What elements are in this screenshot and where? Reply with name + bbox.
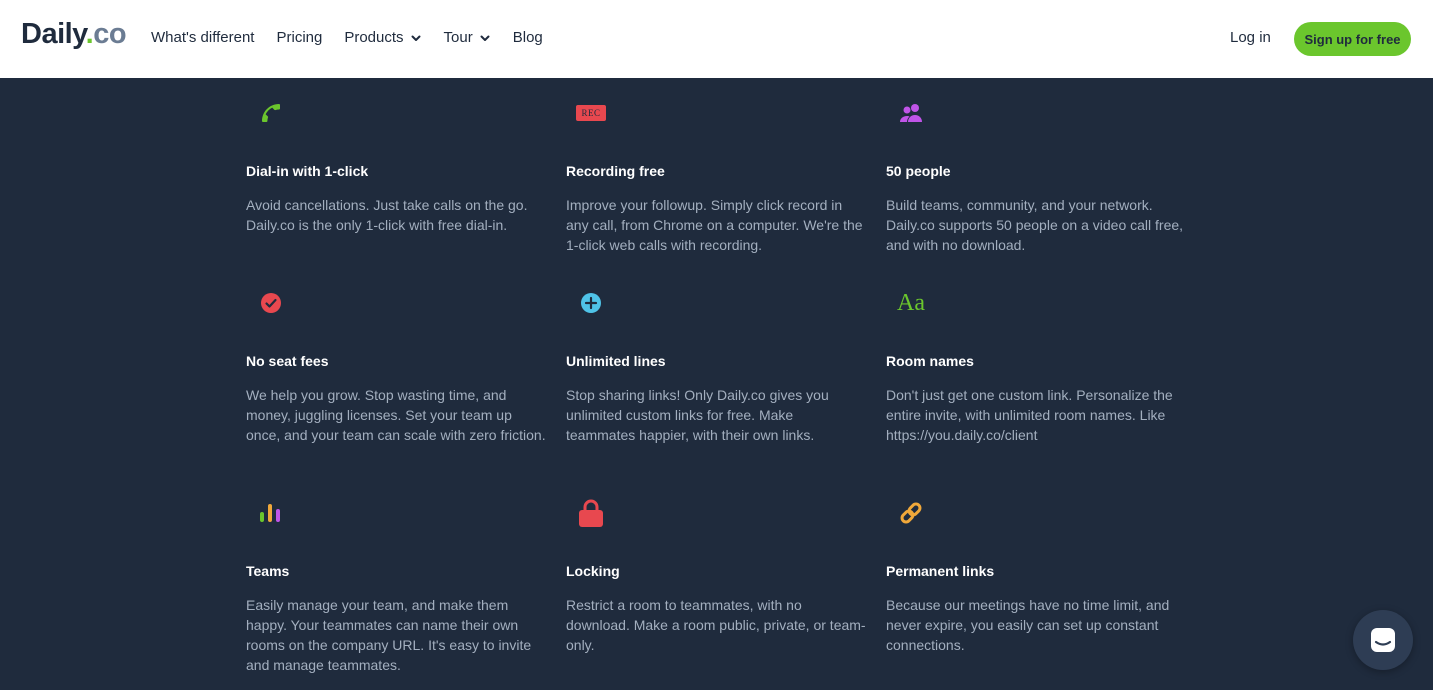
nav-links: What's different Pricing Products Tour B… <box>151 29 543 46</box>
login-link[interactable]: Log in <box>1230 29 1271 46</box>
link-icon <box>886 488 936 538</box>
nav-link-label: Tour <box>443 29 473 46</box>
people-icon <box>886 88 936 138</box>
logo-name: Daily <box>21 18 86 50</box>
feature-title: Recording free <box>566 163 665 179</box>
bars-icon <box>246 488 296 538</box>
feature-title: 50 people <box>886 163 951 179</box>
font-aa-label: Aa <box>897 289 925 316</box>
feature-title: Permanent links <box>886 563 995 579</box>
feature-title: Locking <box>566 563 620 579</box>
chat-launcher-button[interactable] <box>1353 610 1413 670</box>
nav-link-products[interactable]: Products <box>344 29 421 46</box>
nav-link-label: Products <box>344 29 404 46</box>
logo-tld: co <box>93 18 127 50</box>
lock-icon <box>566 488 616 538</box>
phone-icon <box>246 88 296 138</box>
feature-description: Don't just get one custom link. Personal… <box>886 387 1173 443</box>
nav-link-tour[interactable]: Tour <box>444 29 491 46</box>
feature-description: Stop sharing links! Only Daily.co gives … <box>566 387 829 443</box>
feature-description: Because our meetings have no time limit,… <box>886 597 1170 653</box>
feature-description: Improve your followup. Simply click reco… <box>566 197 863 253</box>
top-navbar: Daily.co What's different Pricing Produc… <box>0 0 1433 78</box>
feature-description: We help you grow. Stop wasting time, and… <box>246 387 546 443</box>
chevron-down-icon <box>480 35 490 41</box>
daily-logo[interactable]: Daily.co <box>21 18 127 51</box>
feature-title: Room names <box>886 353 974 369</box>
nav-link-label: Pricing <box>276 29 323 46</box>
nav-link-whats-different[interactable]: What's different <box>151 29 254 46</box>
feature-description: Avoid cancellations. Just take calls on … <box>246 197 528 233</box>
nav-link-blog[interactable]: Blog <box>513 29 543 46</box>
feature-description: Restrict a room to teammates, with no do… <box>566 597 866 653</box>
check-circle-icon <box>246 278 296 328</box>
nav-link-pricing[interactable]: Pricing <box>276 29 322 46</box>
nav-link-label: What's different <box>151 29 255 46</box>
feature-title: Dial-in with 1-click <box>246 163 369 179</box>
signup-button[interactable]: Sign up for free <box>1294 22 1411 56</box>
nav-link-label: Blog <box>512 29 543 46</box>
rec-badge-icon: REC <box>566 88 616 138</box>
plus-circle-icon <box>566 278 616 328</box>
feature-description: Build teams, community, and your network… <box>886 197 1184 253</box>
font-aa-icon: Aa <box>886 278 936 328</box>
rec-badge-label: REC <box>576 105 606 121</box>
chat-icon <box>1371 628 1395 652</box>
feature-title: Teams <box>246 563 290 579</box>
feature-title: Unlimited lines <box>566 353 666 369</box>
feature-description: Easily manage your team, and make them h… <box>246 597 532 673</box>
chevron-down-icon <box>411 35 421 41</box>
feature-title: No seat fees <box>246 353 329 369</box>
